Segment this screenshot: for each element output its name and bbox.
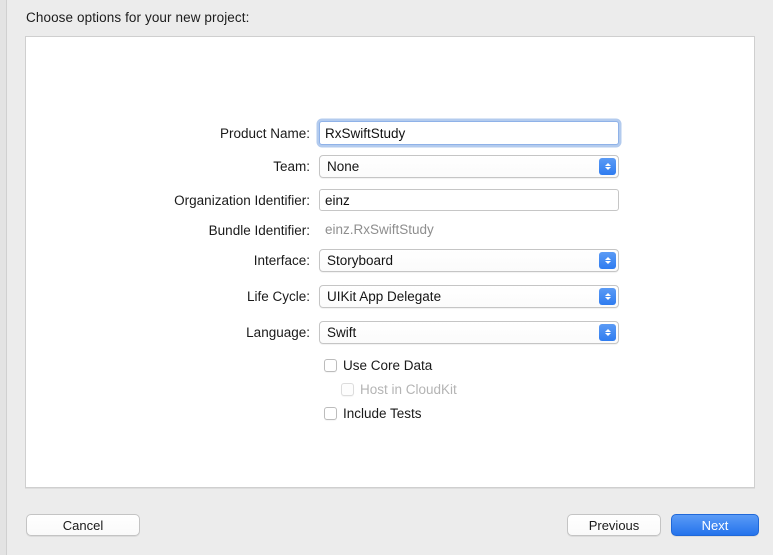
control-interface: Storyboard <box>319 249 619 272</box>
form-row-team: Team: None <box>26 155 754 178</box>
use-core-data-checkbox[interactable] <box>324 359 337 372</box>
page-title: Choose options for your new project: <box>26 10 250 25</box>
options-panel: Product Name: Team: None <box>25 36 755 488</box>
chevron-updown-icon[interactable] <box>599 158 616 175</box>
form-row-language: Language: Swift <box>26 321 754 344</box>
life-cycle-popup-button[interactable]: UIKit App Delegate <box>319 285 619 308</box>
control-product-name <box>319 121 619 145</box>
label-life-cycle: Life Cycle: <box>246 289 310 304</box>
language-popup-button[interactable]: Swift <box>319 321 619 344</box>
form-row-organization-identifier: Organization Identifier: <box>26 189 754 211</box>
language-popup-value: Swift <box>327 325 357 340</box>
window-left-edge <box>0 0 7 555</box>
cancel-button[interactable]: Cancel <box>26 514 140 536</box>
form-row-product-name: Product Name: <box>26 121 754 145</box>
include-tests-checkbox[interactable] <box>324 407 337 420</box>
new-project-options-dialog: Choose options for your new project: Pro… <box>7 0 773 555</box>
chevron-updown-icon[interactable] <box>599 324 616 341</box>
life-cycle-popup-value: UIKit App Delegate <box>327 289 442 304</box>
control-life-cycle: UIKit App Delegate <box>319 285 619 308</box>
team-popup-value: None <box>327 159 360 174</box>
label-interface: Interface: <box>253 253 310 268</box>
control-organization-identifier <box>319 189 619 211</box>
host-in-cloudkit-checkbox <box>341 383 354 396</box>
checkbox-row-use-core-data[interactable]: Use Core Data <box>324 358 432 373</box>
label-organization-identifier: Organization Identifier: <box>174 192 310 208</box>
team-popup-button[interactable]: None <box>319 155 619 178</box>
host-in-cloudkit-label: Host in CloudKit <box>360 382 457 397</box>
control-team: None <box>319 155 619 178</box>
label-language: Language: <box>246 325 310 340</box>
form-row-bundle-identifier: Bundle Identifier: einz.RxSwiftStudy <box>26 221 754 239</box>
control-bundle-identifier: einz.RxSwiftStudy <box>319 221 619 239</box>
checkbox-row-include-tests[interactable]: Include Tests <box>324 406 422 421</box>
organization-identifier-input[interactable] <box>319 189 619 211</box>
form-row-life-cycle: Life Cycle: UIKit App Delegate <box>26 285 754 308</box>
next-button[interactable]: Next <box>671 514 759 536</box>
form-row-interface: Interface: Storyboard <box>26 249 754 272</box>
label-team: Team: <box>273 159 310 174</box>
interface-popup-button[interactable]: Storyboard <box>319 249 619 272</box>
label-product-name: Product Name: <box>219 125 310 141</box>
previous-button[interactable]: Previous <box>567 514 661 536</box>
include-tests-label: Include Tests <box>343 406 422 421</box>
bundle-identifier-value: einz.RxSwiftStudy <box>325 222 434 237</box>
use-core-data-label: Use Core Data <box>343 358 433 373</box>
interface-popup-value: Storyboard <box>327 253 394 268</box>
control-language: Swift <box>319 321 619 344</box>
checkbox-row-host-in-cloudkit: Host in CloudKit <box>341 382 457 397</box>
label-bundle-identifier: Bundle Identifier: <box>208 222 310 238</box>
chevron-updown-icon[interactable] <box>599 252 616 269</box>
chevron-updown-icon[interactable] <box>599 288 616 305</box>
product-name-input[interactable] <box>319 121 619 145</box>
